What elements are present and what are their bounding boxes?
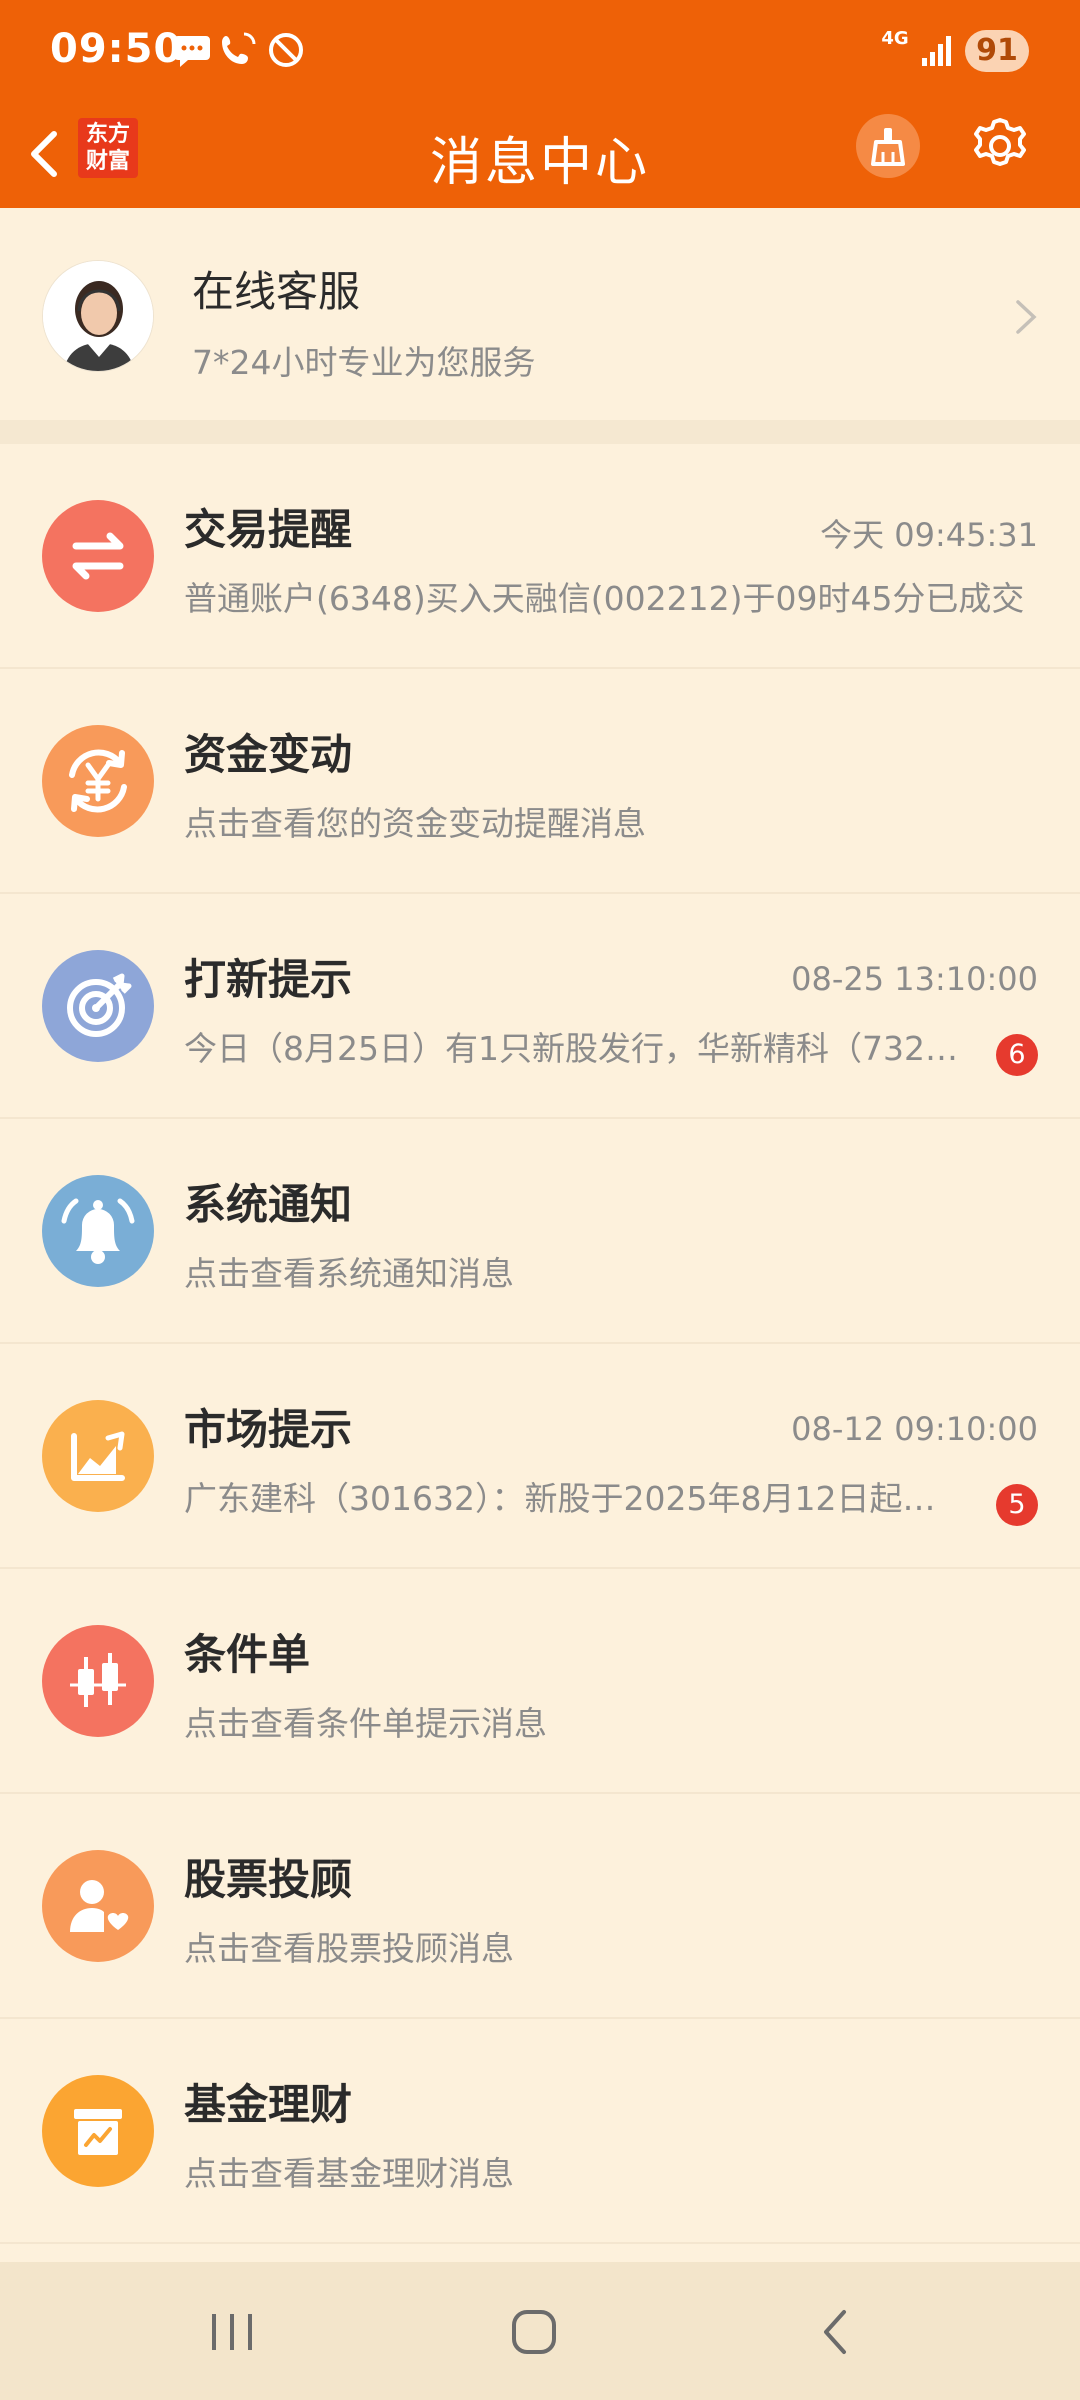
status-bar: 09:50 4G 91: [0, 0, 1080, 100]
recent-apps-button[interactable]: [192, 2292, 272, 2372]
item-desc: 今日（8月25日）有1只新股发行，华新精科（732…: [184, 1029, 958, 1068]
customer-service-title: 在线客服: [192, 267, 361, 316]
candlestick-icon: [42, 1625, 154, 1737]
status-time: 09:50: [50, 26, 183, 72]
unread-badge: 6: [996, 1034, 1038, 1076]
system-nav-bar: [0, 2262, 1080, 2400]
item-desc: 点击查看股票投顾消息: [184, 1929, 514, 1968]
item-title: 交易提醒: [184, 505, 353, 554]
item-desc: 点击查看您的资金变动提醒消息: [184, 804, 646, 843]
item-desc: 点击查看条件单提示消息: [184, 1704, 547, 1743]
item-desc: 点击查看系统通知消息: [184, 1254, 514, 1293]
message-icon: [174, 36, 210, 67]
customer-service-row[interactable]: 在线客服 7*24小时专业为您服务: [0, 208, 1080, 420]
item-title: 股票投顾: [184, 1855, 353, 1904]
battery-level: 91: [965, 30, 1029, 72]
settings-button[interactable]: [966, 112, 1034, 180]
advisor-icon: [42, 1850, 154, 1962]
item-title: 市场提示: [184, 1405, 353, 1454]
item-title: 基金理财: [184, 2080, 353, 2129]
no-disturb-icon: [269, 33, 303, 67]
clear-messages-button[interactable]: [856, 114, 920, 178]
wifi-call-icon: [222, 32, 256, 64]
chevron-right-icon: [1016, 300, 1037, 334]
list-item-market-alert[interactable]: 市场提示 08-12 09:10:00 广东建科（301632）：新股于2025…: [0, 1344, 1080, 1569]
item-title: 系统通知: [184, 1180, 353, 1229]
unread-badge: 5: [996, 1484, 1038, 1526]
yuan-cycle-icon: [42, 725, 154, 837]
avatar: [42, 260, 154, 372]
list-item-trade-alert[interactable]: 交易提醒 今天 09:45:31 普通账户(6348)买入天融信(002212)…: [0, 444, 1080, 669]
list-item-stock-advisor[interactable]: 股票投顾 点击查看股票投顾消息: [0, 1794, 1080, 2019]
list-item-ipo-alert[interactable]: 打新提示 08-25 13:10:00 今日（8月25日）有1只新股发行，华新精…: [0, 894, 1080, 1119]
list-item-fund-finance[interactable]: 基金理财 点击查看基金理财消息: [0, 2019, 1080, 2244]
network-type: 4G: [881, 28, 909, 49]
list-item-conditional-order[interactable]: 条件单 点击查看条件单提示消息: [0, 1569, 1080, 1794]
item-title: 打新提示: [184, 955, 353, 1004]
target-icon: [42, 950, 154, 1062]
item-time: 今天 09:45:31: [820, 516, 1038, 554]
fund-box-icon: [42, 2075, 154, 2187]
trend-chart-icon: [42, 1400, 154, 1512]
list-item-system-notice[interactable]: 系统通知 点击查看系统通知消息: [0, 1119, 1080, 1344]
broom-icon: [871, 128, 905, 166]
back-nav-button[interactable]: [796, 2292, 876, 2372]
home-button[interactable]: [494, 2292, 574, 2372]
item-title: 资金变动: [184, 730, 353, 779]
bell-icon: [42, 1175, 154, 1287]
item-desc: 普通账户(6348)买入天融信(002212)于09时45分已成交: [184, 579, 1025, 618]
item-time: 08-25 13:10:00: [791, 960, 1038, 998]
customer-service-subtitle: 7*24小时专业为您服务: [192, 343, 536, 382]
section-divider: [0, 420, 1080, 444]
item-desc: 点击查看基金理财消息: [184, 2154, 514, 2193]
item-title: 条件单: [184, 1630, 311, 1679]
list-item-fund-change[interactable]: 资金变动 点击查看您的资金变动提醒消息: [0, 669, 1080, 894]
item-desc: 广东建科（301632）：新股于2025年8月12日起…: [184, 1479, 936, 1518]
swap-icon: [42, 500, 154, 612]
item-time: 08-12 09:10:00: [791, 1410, 1038, 1448]
signal-icon: [922, 36, 951, 66]
message-list: 交易提醒 今天 09:45:31 普通账户(6348)买入天融信(002212)…: [0, 444, 1080, 2244]
header: 东方 财富 消息中心: [0, 100, 1080, 208]
